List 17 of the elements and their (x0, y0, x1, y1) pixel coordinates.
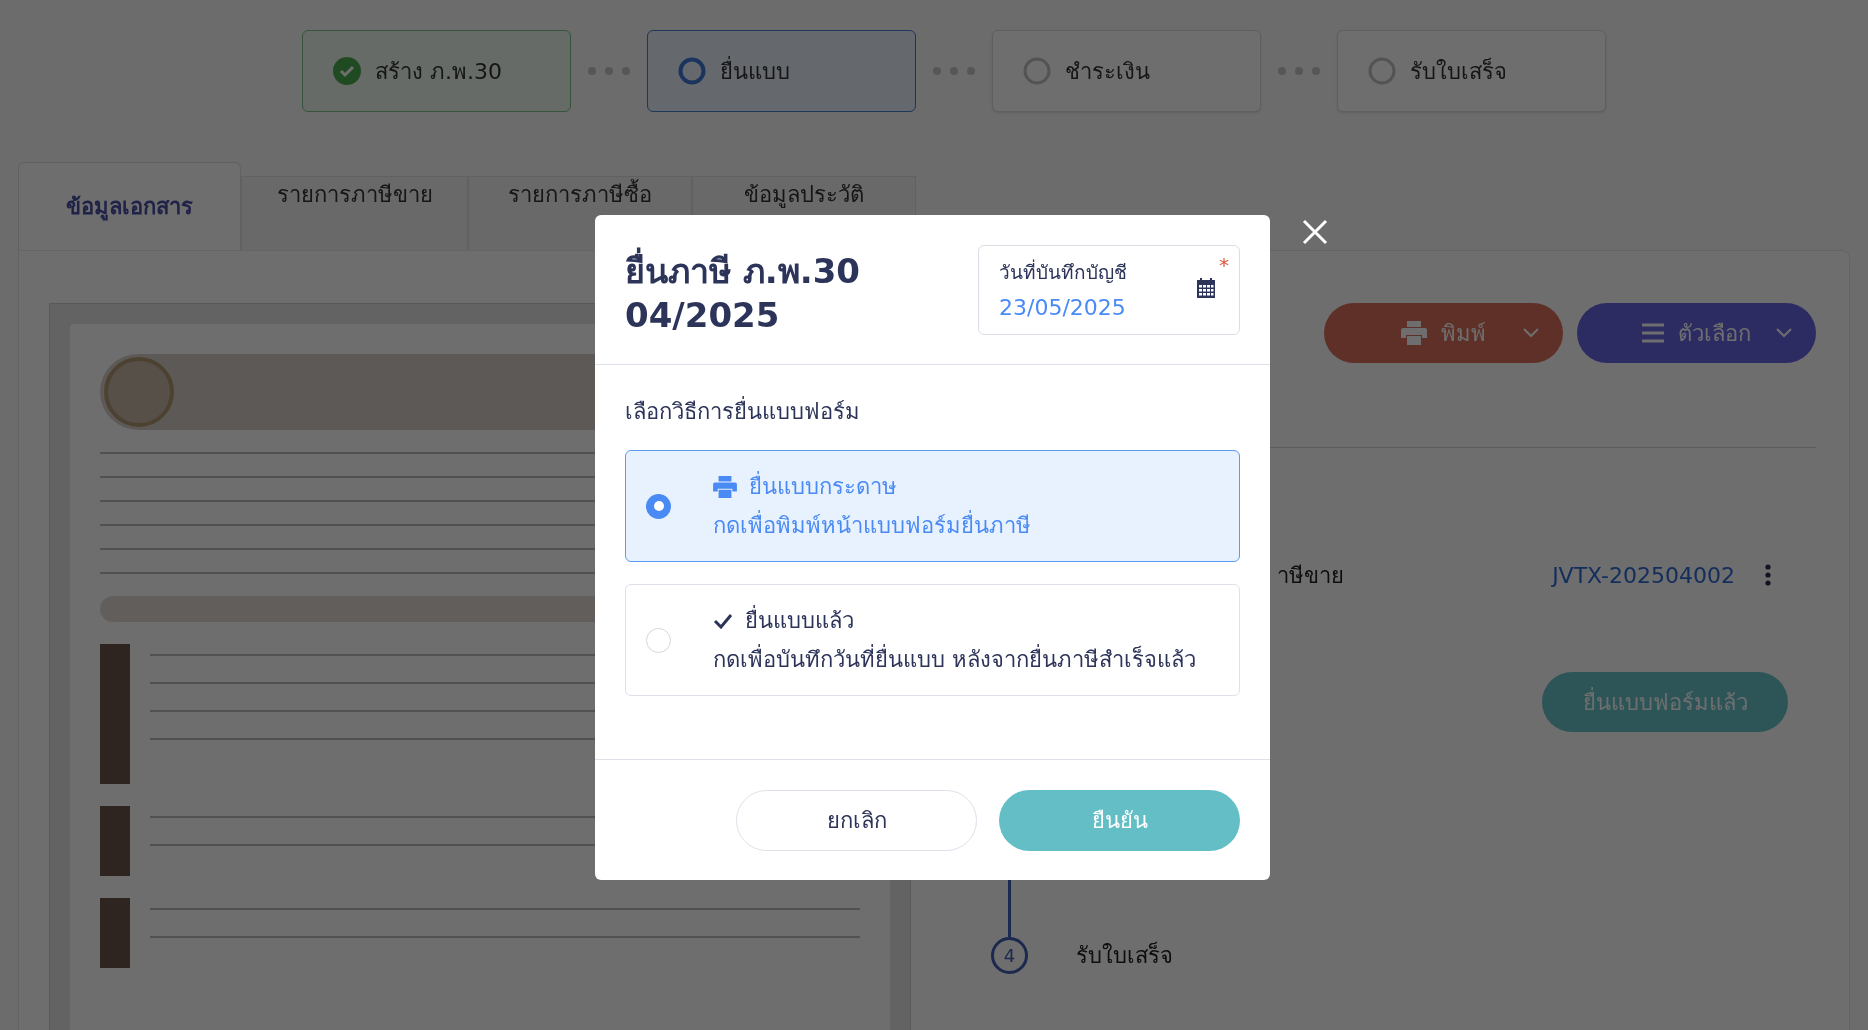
date-value: 23/05/2025 (999, 293, 1127, 322)
dialog-title: ยื่นภาษี ภ.พ.30 (625, 249, 860, 293)
section-label: เลือกวิธีการยื่นแบบฟอร์ม (625, 395, 1240, 428)
step-label: รับใบเสร็จ (1410, 56, 1507, 86)
option-title: ยื่นแบบแล้ว (745, 604, 854, 637)
option-description: กดเพื่อบันทึกวันที่ยื่นแบบ หลังจากยื่นภาษีสำเร็จแล้ว (713, 643, 1196, 676)
timeline-label: รับใบเสร็จ (1076, 940, 1173, 970)
date-field-label: วันที่บันทึกบัญชี (999, 258, 1128, 285)
row-label: าษีขาย (1277, 561, 1344, 590)
required-asterisk: * (1219, 252, 1229, 279)
step-number: 4 (991, 937, 1028, 974)
step-label: สร้าง ภ.พ.30 (375, 57, 502, 86)
option-description: กดเพื่อพิมพ์หน้าแบบฟอร์มยื่นภาษี (713, 509, 1031, 542)
step-label: ยื่นแบบ (720, 55, 790, 86)
option-title: ยื่นแบบกระดาษ (749, 470, 897, 503)
step-label: ชำระเงิน (1065, 57, 1150, 86)
dialog-title: 04/2025 (625, 294, 781, 337)
